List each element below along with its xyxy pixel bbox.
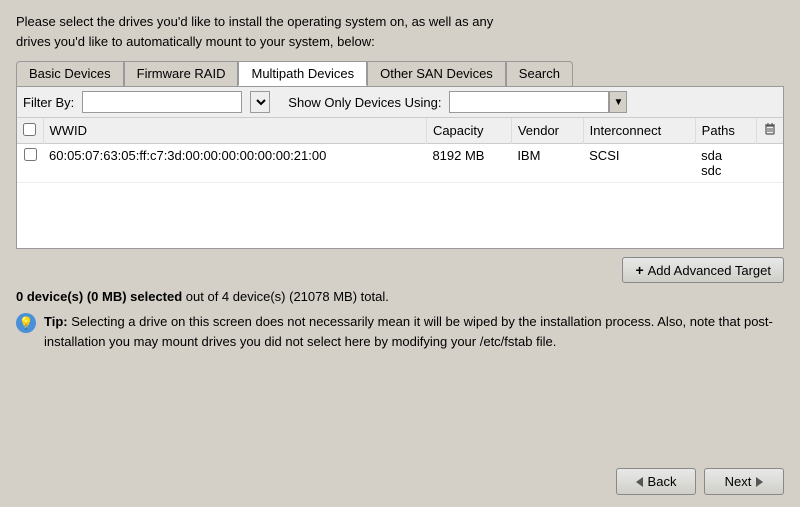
tip-text: Tip: Selecting a drive on this screen do… (44, 312, 784, 351)
show-only-label: Show Only Devices Using: (288, 95, 441, 110)
device-table-container: Filter By: ▼ Show Only Devices Using: ▼ … (16, 86, 784, 249)
col-header-paths: Paths (695, 118, 756, 144)
status-line: 0 device(s) (0 MB) selected out of 4 dev… (16, 289, 784, 304)
intro-text: Please select the drives you'd like to i… (16, 12, 784, 51)
row-checkbox[interactable] (24, 148, 37, 161)
trash-icon (763, 122, 777, 136)
status-total: out of 4 device(s) (21078 MB) total. (182, 289, 389, 304)
next-label: Next (725, 474, 752, 489)
add-target-label: Add Advanced Target (648, 263, 771, 278)
add-advanced-target-button[interactable]: + Add Advanced Target (622, 257, 784, 283)
filter-input[interactable] (82, 91, 242, 113)
col-header-interconnect: Interconnect (583, 118, 695, 144)
select-all-checkbox[interactable] (23, 123, 36, 136)
table-row: 60:05:07:63:05:ff:c7:3d:00:00:00:00:00:0… (17, 144, 783, 183)
add-icon: + (635, 262, 643, 278)
tab-bar: Basic Devices Firmware RAID Multipath De… (16, 61, 784, 86)
tab-basic[interactable]: Basic Devices (16, 61, 124, 86)
col-header-trash (757, 118, 784, 144)
show-only-combo: ▼ (449, 91, 627, 113)
tip-icon: 💡 (16, 313, 36, 333)
tab-search[interactable]: Search (506, 61, 573, 86)
filter-by-label: Filter By: (23, 95, 74, 110)
show-only-input[interactable] (449, 91, 609, 113)
row-capacity: 8192 MB (426, 144, 511, 183)
row-trash[interactable] (757, 144, 784, 183)
devices-table: WWID Capacity Vendor Interconnect Paths (17, 118, 783, 183)
show-only-dropdown-btn[interactable]: ▼ (609, 91, 627, 113)
row-interconnect: SCSI (583, 144, 695, 183)
tab-other-san[interactable]: Other SAN Devices (367, 61, 506, 86)
next-button[interactable]: Next (704, 468, 784, 495)
tip-box: 💡 Tip: Selecting a drive on this screen … (16, 312, 784, 351)
row-wwid: 60:05:07:63:05:ff:c7:3d:00:00:00:00:00:0… (43, 144, 426, 183)
col-header-wwid: WWID (43, 118, 426, 144)
col-header-checkbox (17, 118, 43, 144)
table-scroll-area: WWID Capacity Vendor Interconnect Paths (17, 118, 783, 248)
status-selected: 0 device(s) (0 MB) selected (16, 289, 182, 304)
row-paths: sdasdc (695, 144, 756, 183)
back-label: Back (648, 474, 677, 489)
add-target-row: + Add Advanced Target (16, 257, 784, 283)
back-button[interactable]: Back (616, 468, 696, 495)
tip-label: Tip: (44, 314, 68, 329)
row-checkbox-cell (17, 144, 43, 183)
tab-multipath[interactable]: Multipath Devices (238, 61, 367, 86)
tab-firmware[interactable]: Firmware RAID (124, 61, 239, 86)
next-arrow-icon (756, 477, 763, 487)
bottom-bar: Back Next (16, 468, 784, 495)
col-header-vendor: Vendor (511, 118, 583, 144)
filter-bar: Filter By: ▼ Show Only Devices Using: ▼ (17, 87, 783, 118)
tip-content: Selecting a drive on this screen does no… (44, 314, 773, 349)
filter-dropdown[interactable]: ▼ (250, 91, 270, 113)
col-header-capacity: Capacity (426, 118, 511, 144)
back-arrow-icon (636, 477, 643, 487)
row-vendor: IBM (511, 144, 583, 183)
